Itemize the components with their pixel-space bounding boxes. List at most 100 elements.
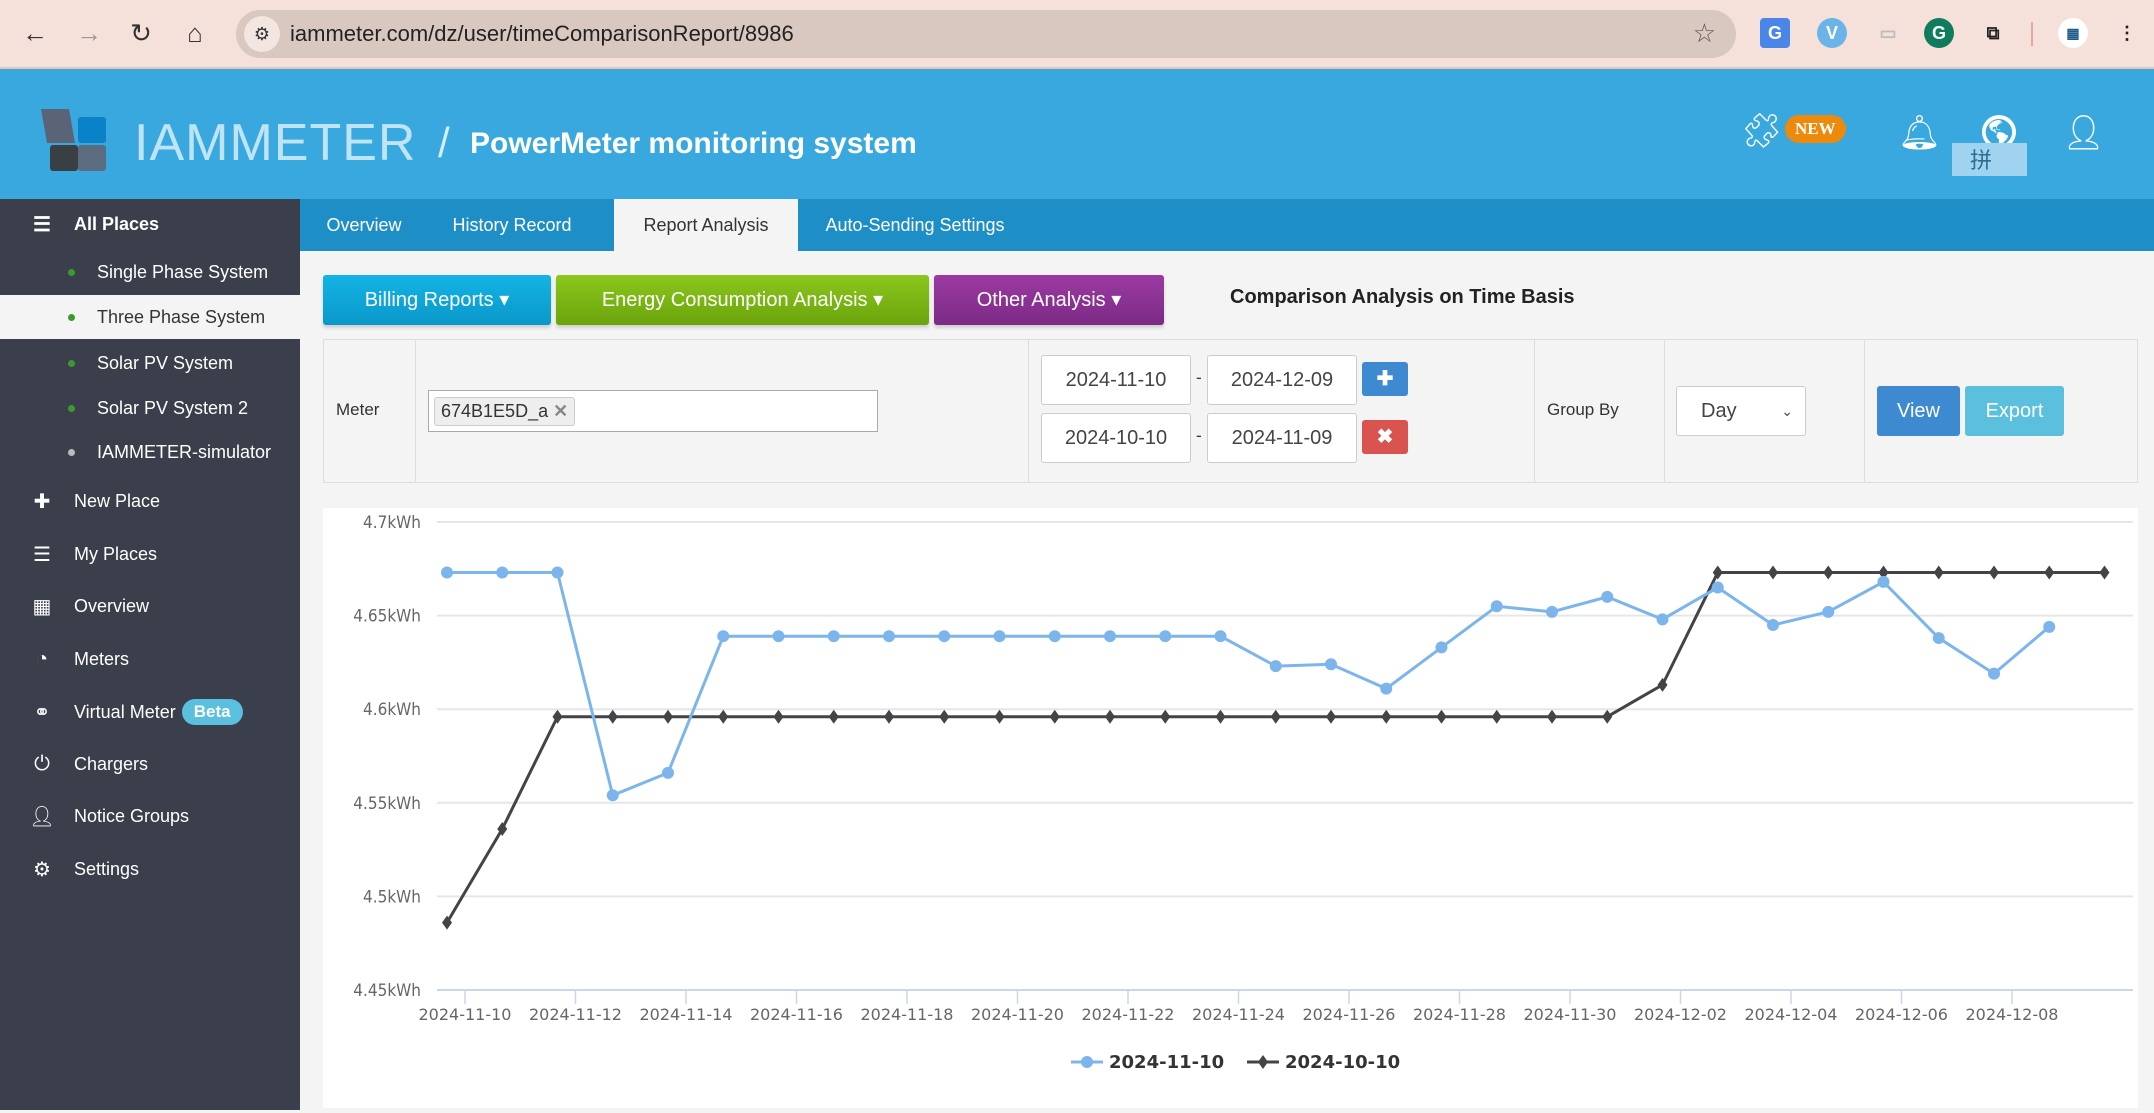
data-point	[1215, 709, 1226, 724]
remove-range-button[interactable]: ✖	[1362, 420, 1408, 454]
tab-report-analysis[interactable]: Report Analysis	[614, 199, 798, 251]
sidebar-item-overview[interactable]: ▦ Overview	[0, 584, 300, 628]
x-tick-label: 2024-11-20	[971, 1005, 1064, 1024]
data-point	[1547, 709, 1557, 724]
y-tick-label: 4.7kWh	[363, 513, 421, 533]
browser-toolbar: ← → ↻ ⌂ ⚙ iammeter.com/dz/user/timeCompa…	[0, 0, 2154, 69]
x-tick-label: 2024-11-18	[861, 1005, 954, 1024]
data-point	[1933, 565, 1944, 580]
back-arrow-icon[interactable]: ←	[18, 18, 52, 49]
tab-history-record[interactable]: History Record	[430, 199, 594, 251]
system-title: PowerMeter monitoring system	[470, 127, 917, 160]
sidebar-item-virtual-meter[interactable]: ⚭ Virtual Meter Beta	[0, 690, 300, 734]
range2-dash: -	[1196, 426, 1202, 445]
meter-select-input[interactable]: 674B1E5D_a ✕	[428, 390, 878, 432]
data-point	[1049, 709, 1060, 724]
bookmark-star-icon[interactable]: ☆	[1693, 18, 1716, 49]
y-tick-label: 4.6kWh	[363, 700, 421, 720]
tab-auto-sending-settings[interactable]: Auto-Sending Settings	[810, 199, 1020, 251]
data-point	[1877, 575, 1890, 588]
place-solar-pv-2[interactable]: Solar PV System 2	[0, 386, 300, 430]
other-analysis-dropdown[interactable]: Other Analysis ▾	[934, 275, 1164, 325]
data-point	[2044, 565, 2055, 580]
place-simulator[interactable]: IAMMETER-simulator	[0, 430, 300, 474]
google-translate-icon[interactable]: G	[1760, 18, 1790, 48]
chevron-down-icon: ⌄	[1781, 402, 1793, 419]
y-tick-label: 4.5kWh	[363, 887, 421, 907]
data-point	[1988, 667, 2000, 680]
data-point	[718, 709, 729, 724]
add-range-button[interactable]: ✚	[1362, 362, 1408, 396]
tab-overview[interactable]: Overview	[310, 199, 418, 251]
status-dot-online	[68, 268, 75, 276]
address-bar[interactable]: ⚙ iammeter.com/dz/user/timeComparisonRep…	[236, 10, 1736, 58]
sidebar-item-all-places[interactable]: ☰ All Places	[0, 202, 300, 246]
x-tick-label: 2024-11-12	[529, 1005, 622, 1024]
plus-icon: ✚	[1376, 368, 1394, 390]
energy-consumption-dropdown[interactable]: Energy Consumption Analysis ▾	[556, 275, 929, 325]
forward-arrow-icon[interactable]: →	[72, 18, 106, 49]
data-point	[1214, 630, 1227, 643]
bell-notification-icon[interactable]: 🔔︎	[1898, 113, 1941, 153]
link-icon: ⚭	[33, 701, 51, 724]
group-by-value: Day	[1701, 399, 1737, 422]
y-tick-label: 4.55kWh	[353, 794, 421, 814]
data-point	[1326, 709, 1336, 724]
iammeter-logo[interactable]	[41, 109, 120, 171]
reload-icon[interactable]: ↻	[124, 18, 158, 49]
sidebar-item-settings[interactable]: ⚙ Settings	[0, 847, 300, 891]
home-icon[interactable]: ⌂	[178, 18, 212, 49]
sidebar-item-notice-groups[interactable]: 👤︎ Notice Groups	[0, 794, 300, 838]
status-dot-online	[68, 359, 75, 367]
server-icon: ☰	[33, 543, 51, 566]
grammarly-icon[interactable]: G	[1924, 18, 1954, 48]
data-point	[606, 789, 619, 802]
dashboard-gauge-icon: ◔	[35, 647, 49, 670]
data-point	[1325, 658, 1337, 671]
range1-start-date[interactable]: 2024-11-10	[1041, 355, 1191, 405]
y-tick-label: 4.65kWh	[353, 607, 421, 627]
place-label: Three Phase System	[97, 306, 266, 327]
app-header: IAMMETER / PowerMeter monitoring system …	[0, 69, 2154, 199]
user-account-icon[interactable]: 👤︎	[2062, 113, 2105, 153]
sidebar-item-new-place[interactable]: ✚ New Place	[0, 479, 300, 523]
profile-avatar-icon[interactable]: ▦	[2058, 18, 2088, 48]
data-point	[663, 709, 673, 724]
puzzle-plugin-icon[interactable]: 🧩︎	[1740, 111, 1783, 151]
kebab-menu-icon[interactable]: ⋮	[2112, 18, 2142, 48]
sidebar-item-my-places[interactable]: ☰ My Places	[0, 532, 300, 576]
sidebar-item-meters[interactable]: ◔ Meters	[0, 637, 300, 681]
range2-start-date[interactable]: 2024-10-10	[1041, 413, 1191, 463]
url-text[interactable]: iammeter.com/dz/user/timeComparisonRepor…	[290, 21, 794, 47]
data-point	[551, 566, 564, 579]
sidebar-item-chargers[interactable]: ⏻ Chargers	[0, 742, 300, 786]
range2-end-date[interactable]: 2024-11-09	[1207, 413, 1357, 463]
data-point	[772, 630, 785, 643]
v-extension-icon[interactable]: V	[1817, 18, 1847, 48]
new-badge[interactable]: NEW	[1785, 115, 1846, 143]
data-point	[1491, 709, 1502, 724]
site-settings-icon[interactable]: ⚙	[244, 16, 280, 52]
sidebar-item-label: Overview	[74, 595, 150, 616]
place-three-phase[interactable]: Three Phase System	[0, 295, 300, 339]
range1-dash: -	[1196, 368, 1202, 387]
data-point	[1767, 618, 1779, 631]
brand-name[interactable]: IAMMETER	[134, 113, 416, 173]
view-button[interactable]: View	[1877, 386, 1960, 436]
x-tick-label: 2024-11-24	[1192, 1005, 1285, 1024]
billing-reports-dropdown[interactable]: Billing Reports ▾	[323, 275, 551, 325]
puzzle-extensions-icon[interactable]: ⧉	[1978, 18, 2008, 48]
screen-extension-icon[interactable]: ▭	[1873, 18, 1903, 48]
range1-end-date[interactable]: 2024-12-09	[1207, 355, 1357, 405]
plus-icon: ✚	[33, 490, 51, 513]
data-point	[773, 709, 784, 724]
x-tick-label: 2024-11-22	[1082, 1005, 1175, 1024]
data-point	[827, 630, 840, 643]
meter-label: Meter	[336, 400, 380, 419]
data-point	[993, 630, 1006, 643]
group-by-select[interactable]: Day ⌄	[1676, 386, 1806, 436]
remove-tag-icon[interactable]: ✕	[553, 401, 568, 421]
place-solar-pv[interactable]: Solar PV System	[0, 341, 300, 385]
export-button[interactable]: Export	[1965, 386, 2064, 436]
place-single-phase[interactable]: Single Phase System	[0, 250, 300, 294]
